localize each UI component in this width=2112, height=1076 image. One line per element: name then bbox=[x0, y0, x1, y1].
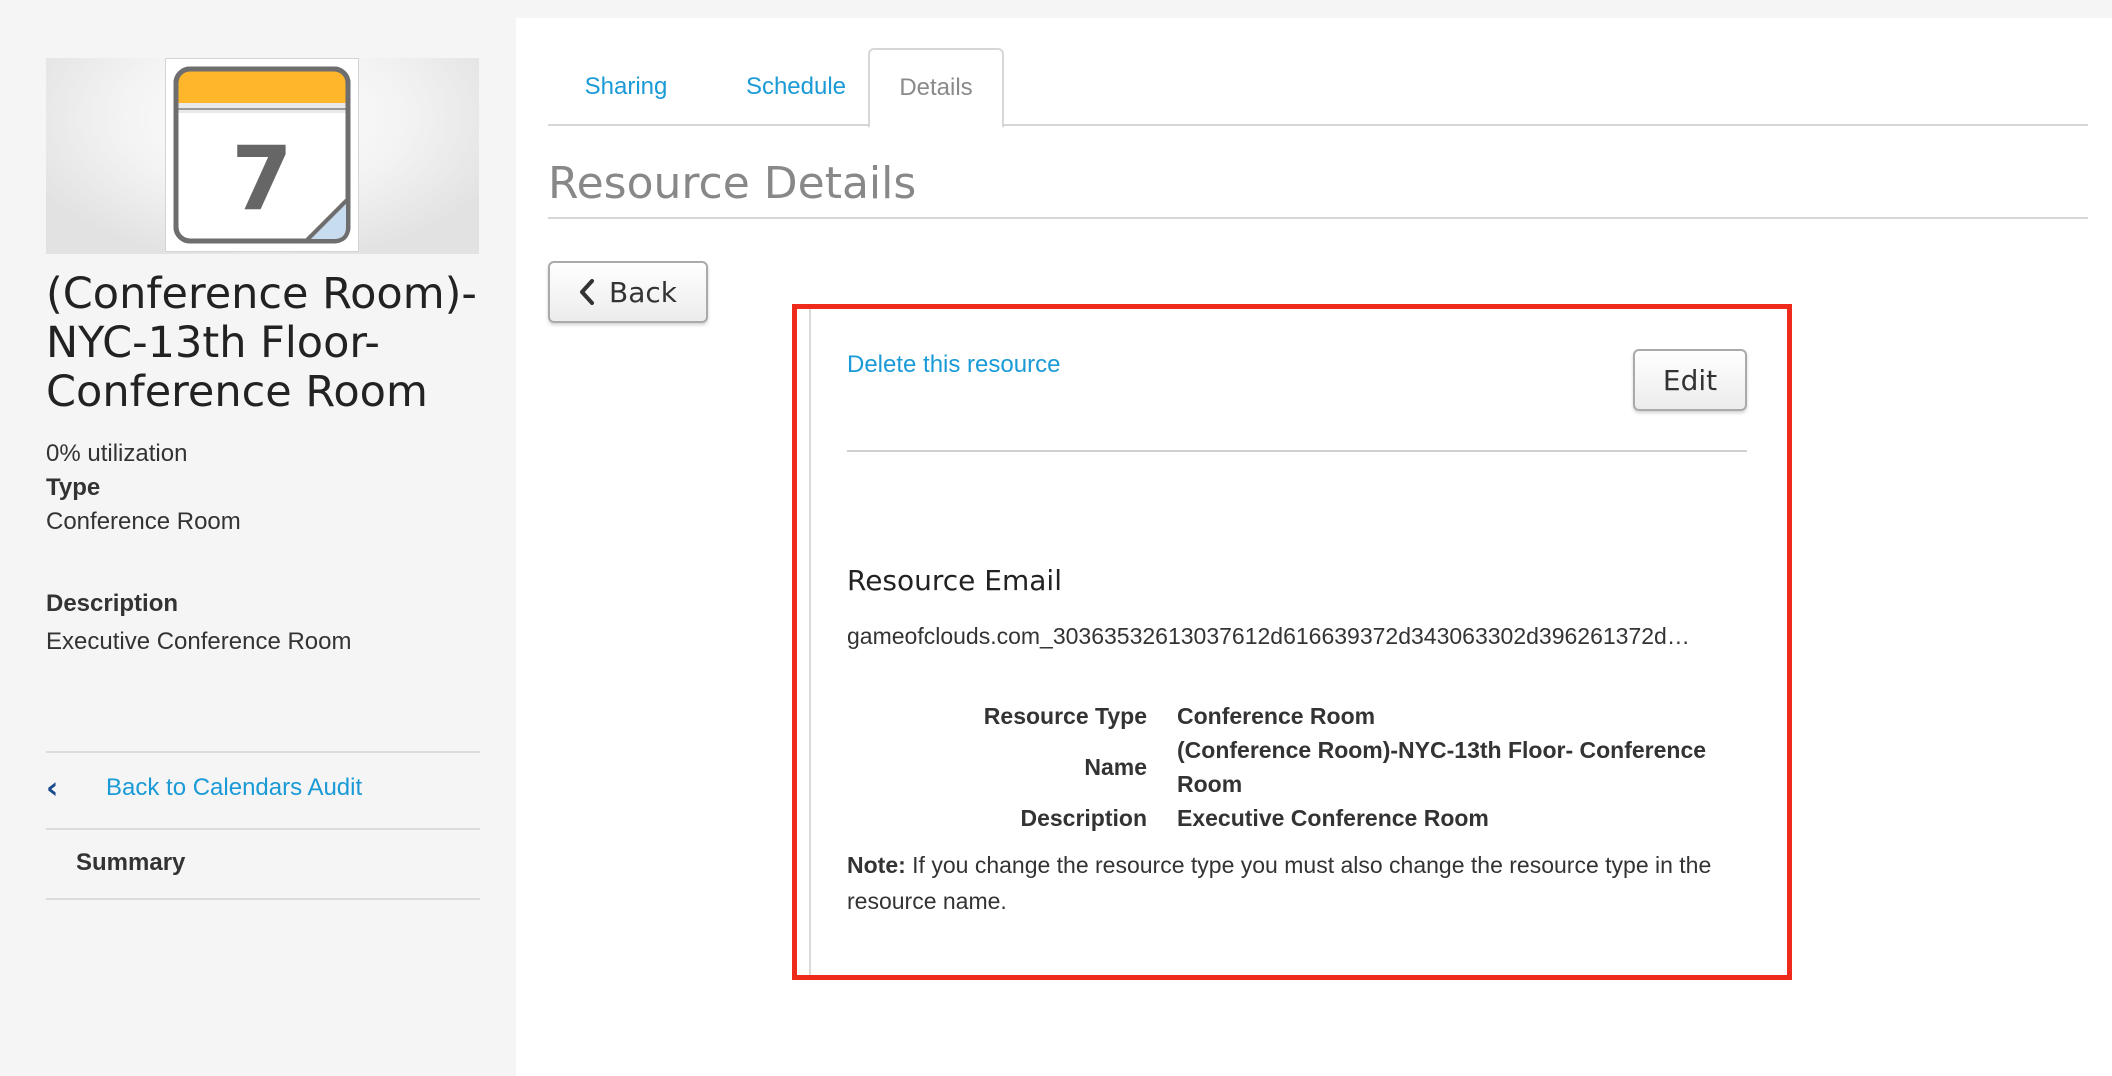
utilization-text: 0% utilization bbox=[46, 440, 188, 467]
table-row: Description Executive Conference Room bbox=[847, 801, 1747, 835]
tab-sharing[interactable]: Sharing bbox=[548, 48, 704, 126]
resource-email-value: gameofclouds.com_30363532613037612d61663… bbox=[847, 623, 1690, 649]
field-label: Description bbox=[1020, 805, 1147, 831]
sidebar-divider bbox=[46, 751, 480, 753]
sidebar-divider bbox=[46, 828, 480, 830]
field-value: Conference Room bbox=[1177, 703, 1376, 729]
field-label: Resource Type bbox=[983, 703, 1147, 729]
description-value: Executive Conference Room bbox=[46, 628, 352, 655]
field-label: Name bbox=[1084, 754, 1147, 780]
table-row: Resource Type Conference Room bbox=[847, 699, 1747, 733]
description-label: Description bbox=[46, 590, 179, 617]
sidebar-divider bbox=[46, 898, 480, 900]
chevron-left-icon: ‹ bbox=[46, 770, 59, 806]
back-button-label: Back bbox=[609, 275, 677, 309]
resource-title: (Conference Room)-NYC-13th Floor-Confere… bbox=[46, 269, 477, 417]
note-text: If you change the resource type you must… bbox=[847, 852, 1712, 914]
delete-resource-link[interactable]: Delete this resource bbox=[847, 351, 1060, 379]
main-content: Sharing Schedule Details Resource Detail… bbox=[516, 18, 2112, 1076]
panel-divider bbox=[847, 450, 1747, 452]
back-button[interactable]: Back bbox=[548, 261, 708, 323]
calendar-icon-day: 7 bbox=[231, 127, 292, 230]
panel-left-rule bbox=[809, 309, 811, 975]
edit-button[interactable]: Edit bbox=[1633, 349, 1747, 411]
resource-info-table: Resource Type Conference Room Name (Conf… bbox=[847, 699, 1747, 835]
type-value: Conference Room bbox=[46, 508, 241, 535]
field-value: (Conference Room)-NYC-13th Floor- Confer… bbox=[1177, 737, 1707, 797]
back-to-calendars-audit-link[interactable]: ‹ Back to Calendars Audit bbox=[46, 768, 466, 808]
resource-details-panel: Delete this resource Edit Resource Email… bbox=[792, 304, 1792, 980]
summary-nav-item[interactable]: Summary bbox=[76, 849, 185, 877]
page-title: Resource Details bbox=[548, 158, 917, 209]
chevron-left-icon bbox=[580, 279, 594, 305]
tab-schedule[interactable]: Schedule bbox=[708, 48, 884, 126]
back-to-calendars-audit-label: Back to Calendars Audit bbox=[106, 774, 363, 801]
resource-email-heading: Resource Email bbox=[847, 564, 1062, 597]
tab-details[interactable]: Details bbox=[868, 48, 1004, 128]
heading-divider bbox=[548, 217, 2088, 219]
sidebar: 7 (Conference Room)-NYC-13th Floor-Confe… bbox=[0, 0, 516, 1076]
type-label: Type bbox=[46, 474, 101, 501]
field-value: Executive Conference Room bbox=[1177, 805, 1489, 831]
note-label: Note: bbox=[847, 852, 906, 878]
table-row: Name (Conference Room)-NYC-13th Floor- C… bbox=[847, 733, 1747, 801]
resource-type-note: Note: If you change the resource type yo… bbox=[847, 847, 1747, 919]
calendar-icon: 7 bbox=[165, 58, 359, 252]
